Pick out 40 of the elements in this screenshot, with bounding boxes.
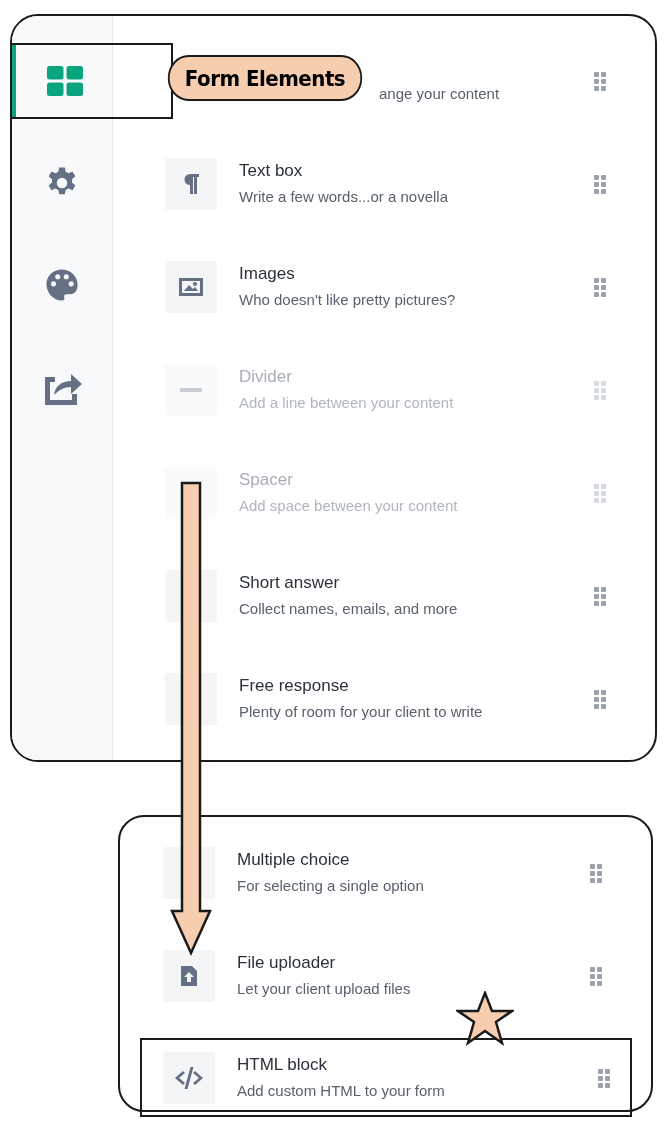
element-description: Add space between your content [239,496,458,516]
element-title: Multiple choice [237,849,351,871]
drag-handle-icon[interactable] [594,586,606,605]
minus-icon [180,387,202,392]
element-title: Text box [239,160,304,182]
callout-label: Form Elements [167,55,363,101]
drag-handle-icon[interactable] [598,1068,610,1087]
element-description: Add custom HTML to your form [237,1081,445,1101]
element-title: Images [239,263,296,285]
drag-handle-icon[interactable] [590,863,602,882]
element-icon-tile[interactable] [163,1051,215,1104]
element-description: Who doesn't like pretty pictures? [239,290,456,310]
element-title: Short answer [239,572,341,594]
sidebar-tab[interactable] [12,43,173,119]
drag-handle-icon[interactable] [594,174,606,193]
element-icon-tile[interactable] [165,157,217,210]
drag-handle-icon[interactable] [594,689,606,708]
drag-handle-icon[interactable] [594,71,606,90]
element-title: Spacer [239,469,294,491]
palette-icon [44,268,80,302]
element-title: Divider [239,366,293,388]
element-icon-tile[interactable] [163,949,215,1002]
element-description: Plenty of room for your client to write [239,702,483,722]
element-title: Free response [239,675,350,697]
element-icon-tile[interactable] [165,260,217,313]
paragraph-icon [183,173,199,194]
element-title: File uploader [237,952,337,974]
element-title: HTML block [237,1054,329,1076]
image-icon [179,277,203,296]
element-description: For selecting a single option [237,876,424,896]
grid-icon [46,66,83,96]
element-description: Let your client upload files [237,979,411,999]
element-description: Add a line between your content [239,393,454,413]
element-description: Collect names, emails, and more [239,599,458,619]
element-description: Write a few words...or a novella [239,187,448,207]
code-icon [174,1066,204,1089]
element-description: ange your content [379,84,500,104]
drag-handle-icon[interactable] [590,966,602,985]
drag-handle-icon[interactable] [594,277,606,296]
upload-icon [181,965,197,986]
